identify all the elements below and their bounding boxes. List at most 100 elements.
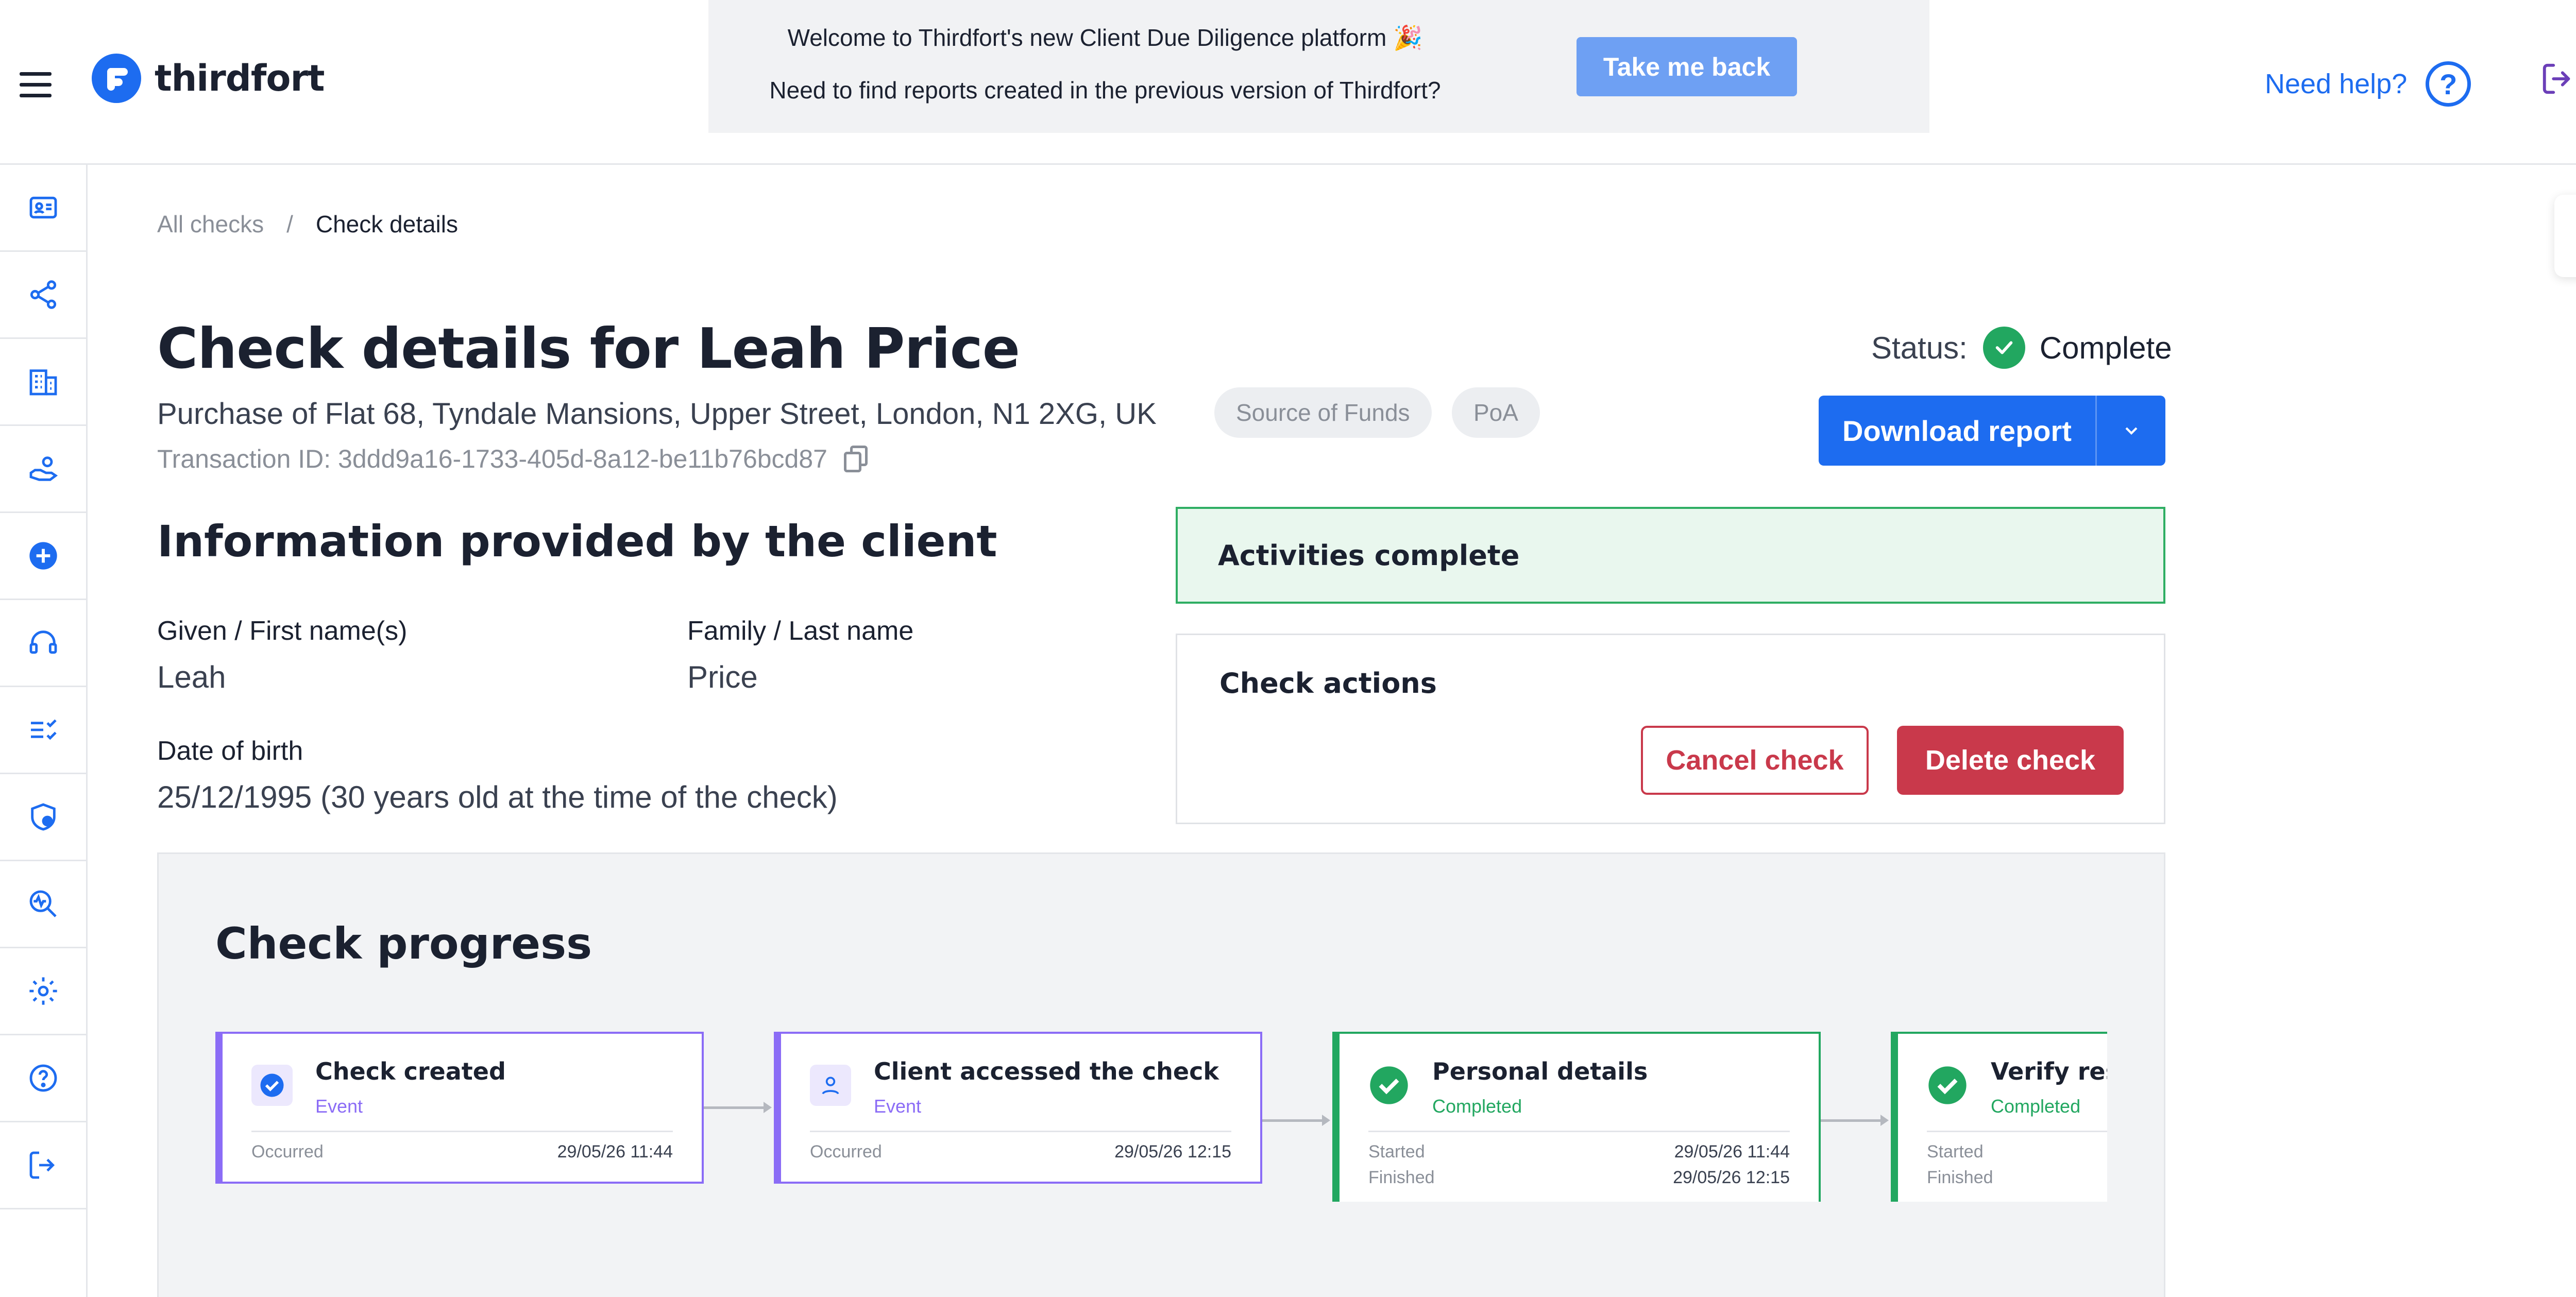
progress-step-client-accessed[interactable]: Client accessed the check Event Occurred… (774, 1032, 1262, 1184)
step-divider (810, 1131, 1231, 1132)
copy-icon[interactable] (843, 446, 870, 472)
family-name-label: Family / Last name (687, 616, 914, 646)
step-row-label: Finished (1368, 1168, 1435, 1187)
sidebar-item-logout[interactable] (0, 1122, 86, 1209)
sidebar-item-checks[interactable] (0, 165, 86, 252)
status-label: Status: (1871, 330, 1968, 365)
progress-step-check-created[interactable]: Check created Event Occurred 29/05/26 11… (215, 1032, 704, 1184)
breadcrumb: All checks / Check details (157, 210, 458, 238)
tag-source-of-funds: Source of Funds (1214, 387, 1432, 438)
step-status: Completed (1432, 1096, 1522, 1117)
step-row: Started 29/05/26 11:44 (1368, 1142, 1790, 1162)
need-help-link[interactable]: Need help? ? (2265, 61, 2471, 107)
page-title: Check details for Leah Price (157, 317, 1020, 381)
step-title: Client accessed the check (874, 1057, 1219, 1085)
cancel-check-button[interactable]: Cancel check (1641, 726, 1869, 795)
shield-user-icon (30, 803, 56, 831)
step-row: Started (1927, 1142, 2107, 1162)
step-row-label: Started (1927, 1142, 1984, 1162)
banner-question-text: Need to find reports created in the prev… (769, 77, 1441, 104)
activities-complete-banner: Activities complete (1176, 507, 2165, 604)
sidebar-item-monitoring[interactable] (0, 861, 86, 948)
chevron-down-icon (2125, 427, 2137, 435)
logout-icon (29, 1151, 55, 1179)
check-actions-title: Check actions (1219, 667, 1437, 699)
progress-step-verify-residence[interactable]: Verify residence Completed Started Finis… (1891, 1032, 2107, 1202)
headset-icon (29, 630, 57, 654)
step-row-value: 29/05/26 11:44 (1674, 1142, 1790, 1162)
step-row-label: Occurred (810, 1142, 882, 1162)
status-value: Complete (2039, 330, 2172, 365)
checklist-icon (30, 719, 57, 740)
step-divider (251, 1131, 673, 1132)
step-row-value: 29/05/26 11:44 (557, 1142, 673, 1162)
sidebar-item-compliance[interactable] (0, 774, 86, 861)
step-type: Event (315, 1096, 363, 1117)
transaction-id: Transaction ID: 3ddd9a16-1733-405d-8a12-… (157, 445, 827, 473)
take-me-back-button[interactable]: Take me back (1577, 37, 1797, 96)
client-info-title: Information provided by the client (157, 516, 997, 567)
check-status: Status: Complete (1871, 327, 2172, 369)
sidebar-item-tasks[interactable] (0, 687, 86, 774)
download-options-button[interactable] (2097, 396, 2165, 466)
banner-welcome-text: Welcome to Thirdfort's new Client Due Di… (787, 24, 1423, 51)
tag-poa: PoA (1452, 387, 1540, 438)
step-connector-arrow (704, 1102, 772, 1113)
dob-label: Date of birth (157, 736, 303, 766)
given-name-value: Leah (157, 660, 226, 694)
top-bar: thirdfort Welcome to Thirdfort's new Cli… (0, 0, 2576, 165)
step-row-value: 29/05/26 12:15 (1673, 1168, 1790, 1187)
step-status: Completed (1991, 1096, 2081, 1117)
step-row: Finished (1927, 1168, 2107, 1188)
delete-check-button[interactable]: Delete check (1897, 726, 2124, 795)
transaction-id-row: Transaction ID: 3ddd9a16-1733-405d-8a12-… (157, 444, 870, 474)
sidebar-item-organisations[interactable] (0, 339, 86, 426)
sidebar-item-settings[interactable] (0, 948, 86, 1035)
step-row-label: Occurred (251, 1142, 324, 1162)
check-progress-panel: Check progress Check created Event Occur… (157, 852, 2165, 1297)
download-report-split-button: Download report (1819, 396, 2165, 466)
breadcrumb-separator: / (286, 211, 293, 237)
step-row: Occurred 29/05/26 11:44 (251, 1142, 673, 1162)
sidebar (0, 165, 88, 1297)
share-icon (30, 280, 56, 309)
building-icon (29, 369, 57, 396)
check-badge-icon (251, 1065, 293, 1106)
logo-mark-icon (92, 54, 141, 103)
sidebar-item-new-check[interactable] (0, 513, 86, 600)
sidebar-item-funds[interactable] (0, 426, 86, 513)
hamburger-menu-icon[interactable] (20, 72, 52, 98)
search-chart-icon (29, 890, 57, 917)
step-divider (1368, 1131, 1790, 1132)
step-type: Event (874, 1096, 922, 1117)
thirdfort-logo[interactable]: thirdfort (92, 54, 325, 103)
step-row: Occurred 29/05/26 12:15 (810, 1142, 1231, 1162)
check-circle-icon (1982, 327, 2025, 369)
step-row: Finished 29/05/26 12:15 (1368, 1168, 1790, 1188)
step-row-label: Finished (1927, 1168, 1993, 1187)
sidebar-item-support[interactable] (0, 600, 86, 687)
step-connector-arrow (1821, 1115, 1889, 1126)
step-row-value: 29/05/26 12:15 (1114, 1142, 1231, 1162)
new-platform-banner: Welcome to Thirdfort's new Client Due Di… (708, 0, 1929, 133)
breadcrumb-all-checks[interactable]: All checks (157, 210, 264, 238)
step-row-label: Started (1368, 1142, 1425, 1162)
logo-text: thirdfort (155, 57, 325, 99)
sidebar-item-share[interactable] (0, 252, 86, 339)
check-circle-icon (1368, 1065, 1410, 1106)
dob-value: 25/12/1995 (30 years old at the time of … (157, 780, 838, 814)
check-progress-title: Check progress (215, 918, 592, 969)
step-title: Personal details (1432, 1057, 1648, 1085)
logout-icon[interactable] (2540, 61, 2576, 97)
gear-icon (29, 977, 57, 1005)
user-icon (810, 1065, 851, 1106)
progress-step-personal-details[interactable]: Personal details Completed Started 29/05… (1332, 1032, 1821, 1202)
given-name-label: Given / First name(s) (157, 616, 408, 646)
check-circle-icon (1927, 1065, 1968, 1106)
check-actions-panel: Check actions Cancel check Delete check (1176, 634, 2165, 824)
download-report-button[interactable]: Download report (1819, 396, 2097, 466)
progress-steps-track[interactable]: Check created Event Occurred 29/05/26 11… (215, 1032, 2107, 1202)
sidebar-item-help[interactable] (0, 1035, 86, 1122)
step-title: Check created (315, 1057, 506, 1085)
collapse-panel-button[interactable]: ‹ (2554, 195, 2576, 277)
